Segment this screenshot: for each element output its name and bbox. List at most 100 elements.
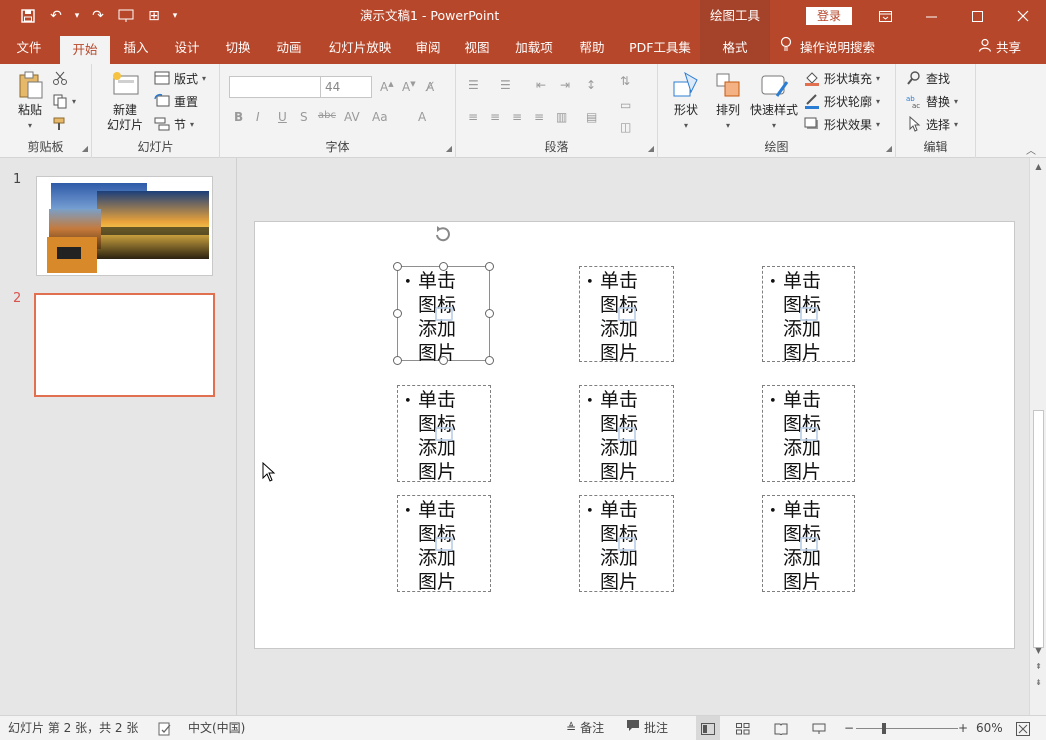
touch-mode-icon[interactable]: ⊞ [140,0,168,32]
scroll-up-icon[interactable]: ▲ [1030,162,1046,171]
change-case-icon[interactable]: Aa [372,110,388,124]
rotate-handle-icon[interactable] [432,223,454,248]
text-direction-icon[interactable]: ⇅ [620,74,630,88]
tab-pdf-tools[interactable]: PDF工具集 [622,32,698,64]
picture-placeholder[interactable]: • 单击图标添加图片 [579,385,674,483]
tab-insert[interactable]: 插入 [114,32,158,64]
shape-effects-button[interactable]: 形状效果 ▾ [804,114,880,134]
shape-outline-button[interactable]: 形状轮廓 ▾ [804,91,880,111]
layout-button[interactable]: 版式 ▾ [154,68,206,88]
font-dialog-launcher-icon[interactable]: ◢ [446,144,452,153]
reading-view-button[interactable] [774,716,788,740]
underline-icon[interactable]: U [278,110,287,124]
find-button[interactable]: 查找 [906,68,950,88]
line-spacing-icon[interactable]: ↕ [586,78,596,92]
ribbon-display-options-icon[interactable] [862,0,908,32]
font-color-icon[interactable]: A [418,110,426,124]
vertical-scrollbar[interactable]: ▲ ▼ ⇞ ⇟ [1029,158,1046,715]
scrollbar-thumb[interactable] [1033,410,1044,648]
resize-handle[interactable] [485,309,494,318]
increase-indent-icon[interactable]: ⇥ [560,78,570,92]
replace-button[interactable]: ab ac 替换 ▾ [906,91,958,111]
save-icon[interactable] [14,0,42,32]
redo-icon[interactable]: ↷ [84,0,112,32]
resize-handle[interactable] [393,309,402,318]
new-slide-button[interactable]: 新建 幻灯片 [100,70,150,133]
resize-handle[interactable] [485,262,494,271]
insert-picture-icon[interactable] [799,426,818,441]
tab-file[interactable]: 文件 [8,32,50,64]
minimize-icon[interactable] [908,0,954,32]
increase-font-size-icon[interactable]: A▲ [380,80,394,94]
decrease-indent-icon[interactable]: ⇤ [536,78,546,92]
slideshow-view-button[interactable] [812,716,826,740]
text-shadow-icon[interactable]: S [300,110,308,124]
format-painter-button[interactable] [52,114,68,134]
tab-home[interactable]: 开始 [60,36,110,64]
slide-thumbnail-1[interactable] [36,176,213,276]
tab-review[interactable]: 审阅 [408,32,448,64]
picture-placeholder[interactable]: • 单击图标添加图片 [579,495,674,593]
justify-icon[interactable]: ≡ [534,110,544,124]
spell-check-icon[interactable] [158,716,172,740]
start-from-beginning-icon[interactable] [112,0,140,32]
close-icon[interactable] [1000,0,1046,32]
smartart-icon[interactable]: ◫ [620,120,631,134]
share-button[interactable]: 共享 [978,32,1021,64]
insert-picture-icon[interactable] [435,426,453,441]
picture-placeholder[interactable]: • 单击图标添加图片 [397,495,491,593]
tab-help[interactable]: 帮助 [570,32,614,64]
next-slide-icon[interactable]: ⇟ [1030,678,1046,687]
font-name-box[interactable] [229,76,321,98]
align-center-icon[interactable]: ≡ [490,110,500,124]
undo-icon[interactable]: ↶ [42,0,70,32]
strikethrough-icon[interactable]: abc [318,110,336,121]
picture-placeholder[interactable]: • 单击图标添加图片 [762,385,855,483]
picture-placeholder[interactable]: • 单击图标添加图片 [762,266,855,364]
insert-picture-icon[interactable] [799,536,818,551]
collapse-ribbon-icon[interactable]: ︿ [1026,142,1036,157]
copy-button[interactable]: ▾ [52,91,76,111]
bullets-icon[interactable]: ☰ [468,78,479,92]
bold-icon[interactable]: B [234,110,243,124]
shapes-button[interactable]: 形状 ▾ [668,70,704,133]
columns-icon[interactable]: ▤ [586,110,597,124]
tab-format[interactable]: 格式 [700,32,770,64]
section-button[interactable]: 节 ▾ [154,114,194,134]
slide-sorter-view-button[interactable] [736,716,750,740]
insert-picture-icon[interactable] [617,536,636,551]
resize-handle[interactable] [393,262,402,271]
align-left-icon[interactable]: ≡ [468,110,478,124]
insert-picture-icon[interactable] [799,307,818,321]
maximize-icon[interactable] [954,0,1000,32]
select-button[interactable]: 选择 ▾ [906,114,958,134]
previous-slide-icon[interactable]: ⇞ [1030,662,1046,671]
reset-button[interactable]: 重置 [154,91,198,111]
distributed-icon[interactable]: ▥ [556,110,567,124]
tell-me-search[interactable]: 操作说明搜索 [780,32,875,64]
resize-handle[interactable] [393,356,402,365]
paste-button[interactable]: 粘贴 ▾ [12,70,48,133]
insert-picture-icon[interactable] [435,536,453,551]
zoom-in-button[interactable]: + [958,716,968,740]
insert-picture-icon[interactable] [617,426,636,441]
tab-view[interactable]: 视图 [456,32,498,64]
align-text-icon[interactable]: ▭ [620,98,631,112]
resize-handle[interactable] [439,356,448,365]
shape-fill-button[interactable]: 形状填充 ▾ [804,68,880,88]
paragraph-dialog-launcher-icon[interactable]: ◢ [648,144,654,153]
tab-animations[interactable]: 动画 [268,32,310,64]
picture-placeholder[interactable]: • 单击图标添加图片 [397,266,490,364]
notes-button[interactable]: ≜ 备注 [566,716,604,740]
normal-view-button[interactable] [696,716,720,740]
quick-styles-button[interactable]: 快速样式 ▾ [748,70,800,133]
picture-placeholder[interactable]: • 单击图标添加图片 [762,495,855,593]
tab-addins[interactable]: 加载项 [506,32,562,64]
align-right-icon[interactable]: ≡ [512,110,522,124]
undo-dropdown-icon[interactable]: ▾ [70,0,84,32]
zoom-slider-thumb[interactable] [882,723,886,734]
fit-slide-to-window-icon[interactable] [1016,716,1030,740]
picture-placeholder[interactable]: • 单击图标添加图片 [397,385,491,483]
zoom-slider[interactable] [856,728,958,729]
comments-button[interactable]: 批注 [626,716,668,740]
